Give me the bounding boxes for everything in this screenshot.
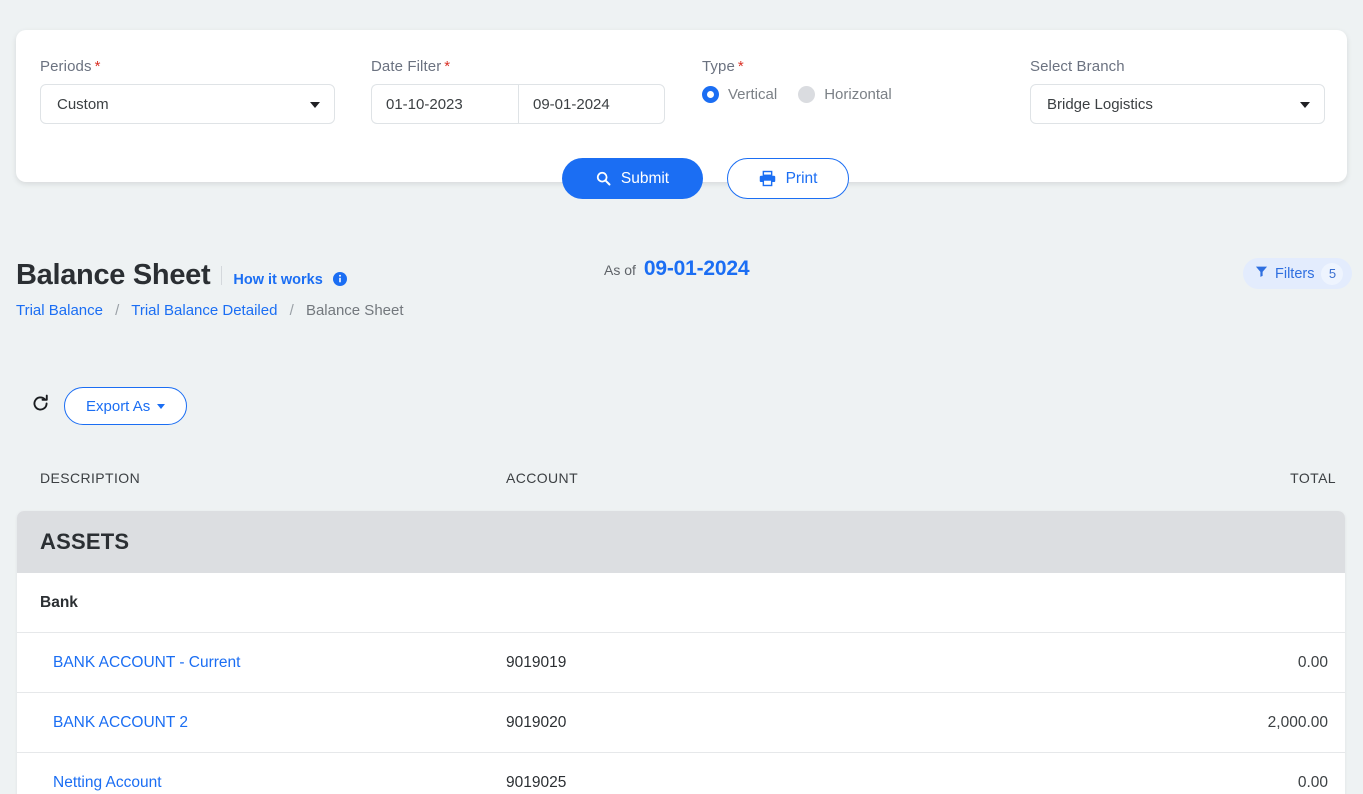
radio-unselected-icon [798,86,816,103]
branch-label: Select Branch [1030,58,1125,75]
group-title-bank: Bank [40,593,78,611]
periods-selected-value: Custom [57,95,109,113]
how-it-works-label: How it works [233,272,323,288]
row-total: 0.00 [1297,653,1328,671]
radio-option-vertical[interactable]: Vertical [702,86,777,103]
date-to-value: 09-01-2024 [533,95,610,113]
as-of-label: As of [604,262,636,278]
type-field: Type * Vertical Horizontal [702,58,892,103]
as-of-value: 09-01-2024 [643,257,750,280]
export-as-button[interactable]: Export As [64,387,188,425]
breadcrumb-separator: / [289,302,294,319]
balance-sheet-page: Periods * Custom Date Filter * 01-10-2023 … [0,0,1363,794]
table-toolbar: Export As [26,387,188,425]
date-range-group: 01-10-2023 09-01-2024 [371,84,665,124]
row-total: 2,000.00 [1267,713,1328,731]
periods-required-mark: * [94,58,101,75]
radio-option-horizontal[interactable]: Horizontal [798,86,892,103]
refresh-icon [31,394,50,418]
radio-label-vertical: Vertical [728,86,778,103]
title-divider [221,266,223,285]
table-group-row: Bank [17,573,1345,633]
export-as-label: Export As [86,397,151,415]
chevron-down-icon [157,403,166,409]
submit-button[interactable]: Submit [562,158,703,199]
filters-badge[interactable]: Filters 5 [1243,258,1353,289]
type-required-mark: * [737,58,744,75]
how-it-works-link[interactable]: How it works [233,272,347,290]
chevron-down-icon [1300,102,1310,108]
branch-select[interactable]: Bridge Logistics [1030,84,1325,124]
as-of-block: As of 09-01-2024 [604,257,750,281]
info-icon [332,272,347,290]
breadcrumb-item-trial-balance[interactable]: Trial Balance [16,302,103,319]
breadcrumb-item-trial-balance-detailed[interactable]: Trial Balance Detailed [131,302,277,319]
table-section-header: ASSETS [17,511,1345,573]
column-header-account: ACCOUNT [506,470,579,486]
periods-label: Periods * [40,58,335,75]
search-icon [596,171,611,186]
breadcrumb: Trial Balance / Trial Balance Detailed /… [16,302,404,319]
periods-field: Periods * Custom [40,58,335,124]
date-to-input[interactable]: 09-01-2024 [518,84,665,124]
table-row[interactable]: BANK ACCOUNT 2 9019020 2,000.00 [17,693,1345,753]
print-button[interactable]: Print [727,158,849,199]
filters-label: Filters [1275,265,1315,282]
page-title-row: Balance Sheet How it works [16,259,347,292]
printer-icon [759,170,776,187]
radio-selected-icon [702,86,719,103]
filter-actions: Submit Print [562,158,849,199]
column-header-description: DESCRIPTION [40,470,141,486]
type-label: Type * [702,58,892,75]
table-row[interactable]: Netting Account 9019025 0.00 [17,753,1345,794]
date-filter-required-mark: * [444,58,451,75]
type-label-text: Type [702,58,735,75]
row-total: 0.00 [1297,774,1328,791]
type-radio-group: Vertical Horizontal [702,86,892,103]
row-description-link[interactable]: BANK ACCOUNT 2 [53,714,188,732]
row-account: 9019019 [506,653,567,671]
row-account: 9019020 [506,713,567,731]
row-account: 9019025 [506,774,567,791]
row-description-link[interactable]: Netting Account [53,774,162,792]
column-header-total: TOTAL [1290,470,1336,486]
filter-funnel-icon [1255,265,1268,283]
print-button-label: Print [785,169,818,187]
periods-label-text: Periods [40,58,92,75]
table-row[interactable]: BANK ACCOUNT - Current 9019019 0.00 [17,633,1345,693]
row-description-link[interactable]: BANK ACCOUNT - Current [53,654,240,672]
page-title: Balance Sheet [16,259,211,291]
section-title-assets: ASSETS [40,529,130,554]
date-from-value: 01-10-2023 [386,95,463,113]
branch-field: Select Branch Bridge Logistics [1030,58,1325,124]
periods-select[interactable]: Custom [40,84,335,124]
date-filter-label-text: Date Filter [371,58,442,75]
chevron-down-icon [310,102,320,108]
table-column-headers: DESCRIPTION ACCOUNT TOTAL [0,470,1363,496]
submit-button-label: Submit [620,169,670,187]
refresh-button[interactable] [26,392,54,420]
breadcrumb-separator: / [115,302,120,319]
breadcrumb-item-current: Balance Sheet [305,302,404,319]
radio-label-horizontal: Horizontal [824,86,892,103]
date-filter-label: Date Filter * [371,58,665,75]
balance-sheet-table: ASSETS Bank BANK ACCOUNT - Current 90190… [17,511,1345,794]
filters-count-badge: 5 [1321,262,1344,285]
date-from-input[interactable]: 01-10-2023 [371,84,518,124]
branch-selected-value: Bridge Logistics [1047,95,1153,113]
date-filter-field: Date Filter * 01-10-2023 09-01-2024 [371,58,665,124]
